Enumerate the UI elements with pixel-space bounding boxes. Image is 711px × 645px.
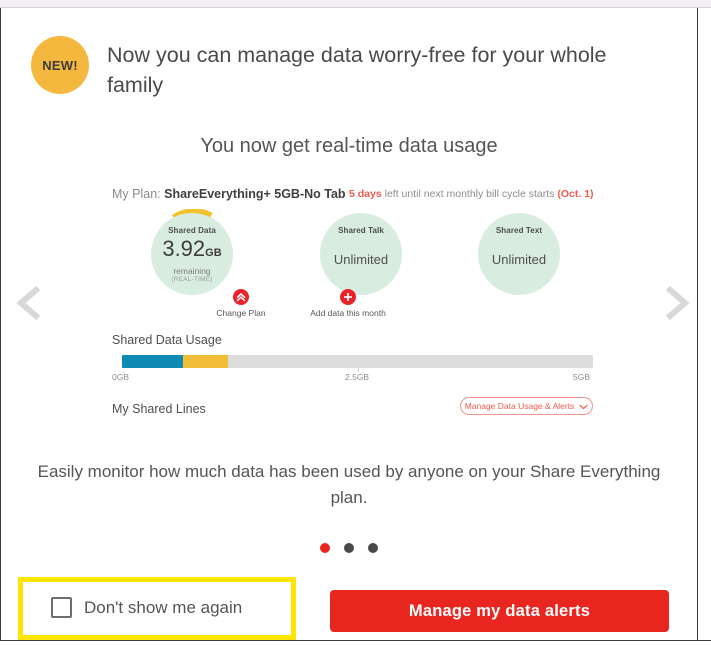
plan-name: ShareEverything+ 5GB-No Tab: [164, 187, 346, 201]
manage-pill-label: Manage Data Usage & Alerts: [464, 401, 575, 411]
bill-cycle-date: (Oct. 1): [557, 188, 594, 200]
window-right-border: [697, 8, 698, 641]
usage-axis-end: 5GB: [573, 372, 591, 382]
meter-value: 3.92GB: [151, 238, 233, 264]
manage-data-usage-alerts-button[interactable]: Manage Data Usage & Alerts: [460, 397, 593, 415]
meter-title: Shared Talk: [338, 226, 384, 235]
meter-value: Unlimited: [333, 252, 389, 267]
dont-show-again-checkbox[interactable]: [51, 597, 72, 618]
usage-axis-mid: 2.5GB: [345, 372, 370, 382]
carousel-dot-2[interactable]: [344, 543, 354, 553]
meter-shared-talk: Shared Talk Unlimited: [320, 213, 402, 295]
carousel-dot-1[interactable]: [320, 543, 330, 553]
carousel-dots: [1, 543, 697, 553]
slide-heading: You now get real-time data usage: [200, 135, 498, 157]
my-shared-lines-title: My Shared Lines: [112, 402, 206, 416]
plus-icon: [340, 289, 356, 305]
new-badge: NEW!: [31, 36, 89, 94]
slide-caption: Easily monitor how much data has been us…: [37, 462, 661, 507]
bill-cycle-note: 5 days left until next monthly bill cycl…: [349, 188, 594, 200]
dont-show-again-row[interactable]: Don't show me again: [51, 597, 242, 618]
add-data-label: Add data this month: [310, 308, 386, 318]
chevron-down-icon: [579, 397, 588, 415]
change-plan-label: Change Plan: [216, 308, 266, 318]
usage-segment-blue: [122, 355, 183, 368]
browser-top-strip: [0, 0, 711, 8]
usage-segment-yellow: [183, 355, 228, 368]
meter-title: Shared Data: [168, 226, 216, 235]
bill-cycle-text: left until next monthly bill cycle start…: [381, 188, 558, 200]
carousel-next-arrow-icon[interactable]: [659, 286, 693, 320]
change-plan-button[interactable]: Change Plan: [203, 289, 279, 318]
usage-axis-start: 0GB: [112, 372, 130, 382]
meter-title: Shared Text: [495, 226, 543, 235]
carousel-dot-3[interactable]: [368, 543, 378, 553]
page-title: Now you can manage data worry-free for y…: [107, 43, 607, 97]
plan-summary-card: My Plan: ShareEverything+ 5GB-No Tab 5 d…: [105, 181, 597, 426]
modal-header: NEW! Now you can manage data worry-free …: [31, 36, 651, 100]
meter-value: Unlimited: [491, 252, 547, 267]
meter-shared-text: Shared Text Unlimited: [478, 213, 560, 295]
add-data-button[interactable]: Add data this month: [310, 289, 386, 318]
window-bottom-gutter: [0, 641, 711, 645]
meter-sub2: (REAL-TIME): [171, 276, 213, 283]
meter-number: 3.92: [162, 236, 206, 261]
bill-cycle-days: 5 days: [349, 188, 382, 200]
meter-sub: remaining: [173, 266, 211, 276]
shared-data-usage-bar: [122, 355, 593, 368]
double-chevron-up-icon: [233, 289, 249, 305]
meter-shared-data: Shared Data 3.92GB remaining (REAL-TIME): [151, 213, 233, 295]
meter-unit: GB: [205, 247, 222, 259]
carousel-prev-arrow-icon[interactable]: [13, 286, 47, 320]
browser-viewport: NEW! Now you can manage data worry-free …: [0, 0, 711, 645]
plan-line: My Plan: ShareEverything+ 5GB-No Tab: [112, 187, 346, 201]
promo-modal: NEW! Now you can manage data worry-free …: [1, 9, 697, 640]
dont-show-again-label: Don't show me again: [84, 597, 243, 617]
plan-label: My Plan:: [112, 187, 161, 201]
shared-data-usage-title: Shared Data Usage: [112, 333, 222, 347]
manage-my-data-alerts-button[interactable]: Manage my data alerts: [330, 590, 669, 632]
